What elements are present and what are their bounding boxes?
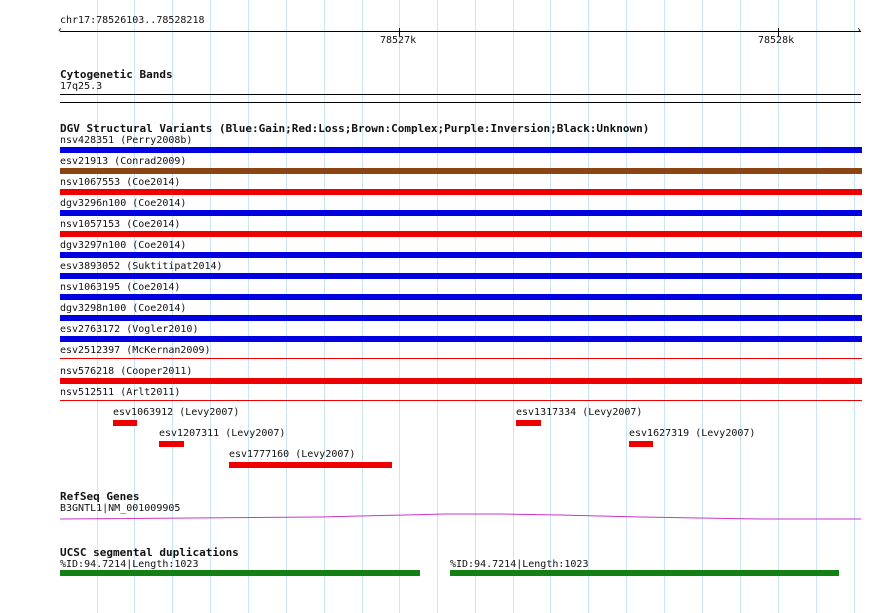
segdup-bar[interactable] (60, 570, 420, 576)
segdup-track-title[interactable]: UCSC segmental duplications (60, 546, 239, 559)
genome-browser-canvas: chr17:78526103..78528218 ‹ › 78527k 7852… (0, 0, 890, 613)
segdup-bar[interactable] (450, 570, 839, 576)
refseq-gene-svg (59, 513, 861, 520)
gene-model-line[interactable] (59, 513, 861, 520)
